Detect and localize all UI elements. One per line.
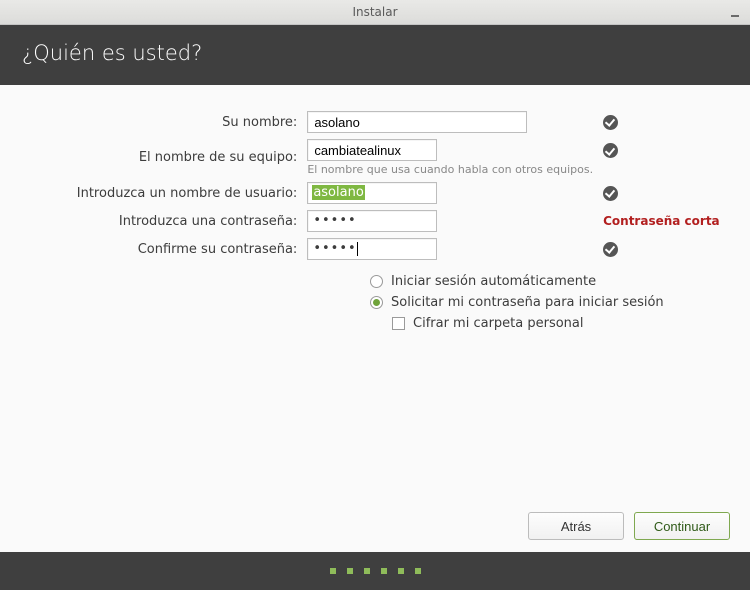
username-input[interactable] bbox=[307, 182, 437, 204]
auto-login-option[interactable]: Iniciar sesión automáticamente bbox=[370, 274, 720, 289]
login-options: Iniciar sesión automáticamente Solicitar… bbox=[370, 274, 720, 331]
minimize-icon bbox=[731, 15, 739, 17]
titlebar: Instalar bbox=[0, 0, 750, 25]
back-button[interactable]: Atrás bbox=[528, 512, 624, 540]
window-title: Instalar bbox=[352, 5, 397, 19]
check-icon bbox=[603, 242, 618, 257]
require-password-label: Solicitar mi contraseña para iniciar ses… bbox=[391, 295, 664, 310]
check-icon bbox=[603, 115, 618, 130]
username-label: Introduzca un nombre de usuario: bbox=[30, 182, 307, 204]
progress-dot bbox=[381, 568, 387, 574]
continue-button[interactable]: Continuar bbox=[634, 512, 730, 540]
footer: Atrás Continuar bbox=[0, 500, 750, 552]
name-label: Su nombre: bbox=[30, 111, 307, 133]
page-header: ¿Quién es usted? bbox=[0, 25, 750, 85]
radio-icon bbox=[370, 275, 383, 288]
encrypt-home-label: Cifrar mi carpeta personal bbox=[413, 316, 584, 331]
content-area: Su nombre: El nombre de su equipo: El no… bbox=[0, 85, 750, 500]
progress-dot bbox=[398, 568, 404, 574]
password-warning: Contraseña corta bbox=[603, 214, 720, 228]
password-input[interactable] bbox=[307, 210, 437, 232]
page-title: ¿Quién es usted? bbox=[22, 41, 202, 65]
check-icon bbox=[603, 186, 618, 201]
progress-bar bbox=[0, 552, 750, 590]
confirm-label: Confirme su contraseña: bbox=[30, 238, 307, 260]
installer-window: Instalar ¿Quién es usted? Su nombre: El … bbox=[0, 0, 750, 590]
computer-name-input[interactable] bbox=[307, 139, 437, 161]
password-label: Introduzca una contraseña: bbox=[30, 210, 307, 232]
auto-login-label: Iniciar sesión automáticamente bbox=[391, 274, 596, 289]
minimize-button[interactable] bbox=[728, 3, 742, 17]
user-form: Su nombre: El nombre de su equipo: El no… bbox=[30, 105, 720, 266]
checkbox-icon bbox=[392, 317, 405, 330]
computer-name-hint: El nombre que usa cuando habla con otros… bbox=[307, 163, 593, 176]
check-icon bbox=[603, 143, 618, 158]
confirm-password-input[interactable] bbox=[307, 238, 437, 260]
progress-dot bbox=[330, 568, 336, 574]
encrypt-home-option[interactable]: Cifrar mi carpeta personal bbox=[392, 316, 720, 331]
computer-label: El nombre de su equipo: bbox=[30, 139, 307, 176]
progress-dot bbox=[415, 568, 421, 574]
require-password-option[interactable]: Solicitar mi contraseña para iniciar ses… bbox=[370, 295, 720, 310]
progress-dot bbox=[347, 568, 353, 574]
progress-dot bbox=[364, 568, 370, 574]
name-input[interactable] bbox=[307, 111, 527, 133]
radio-icon bbox=[370, 296, 383, 309]
